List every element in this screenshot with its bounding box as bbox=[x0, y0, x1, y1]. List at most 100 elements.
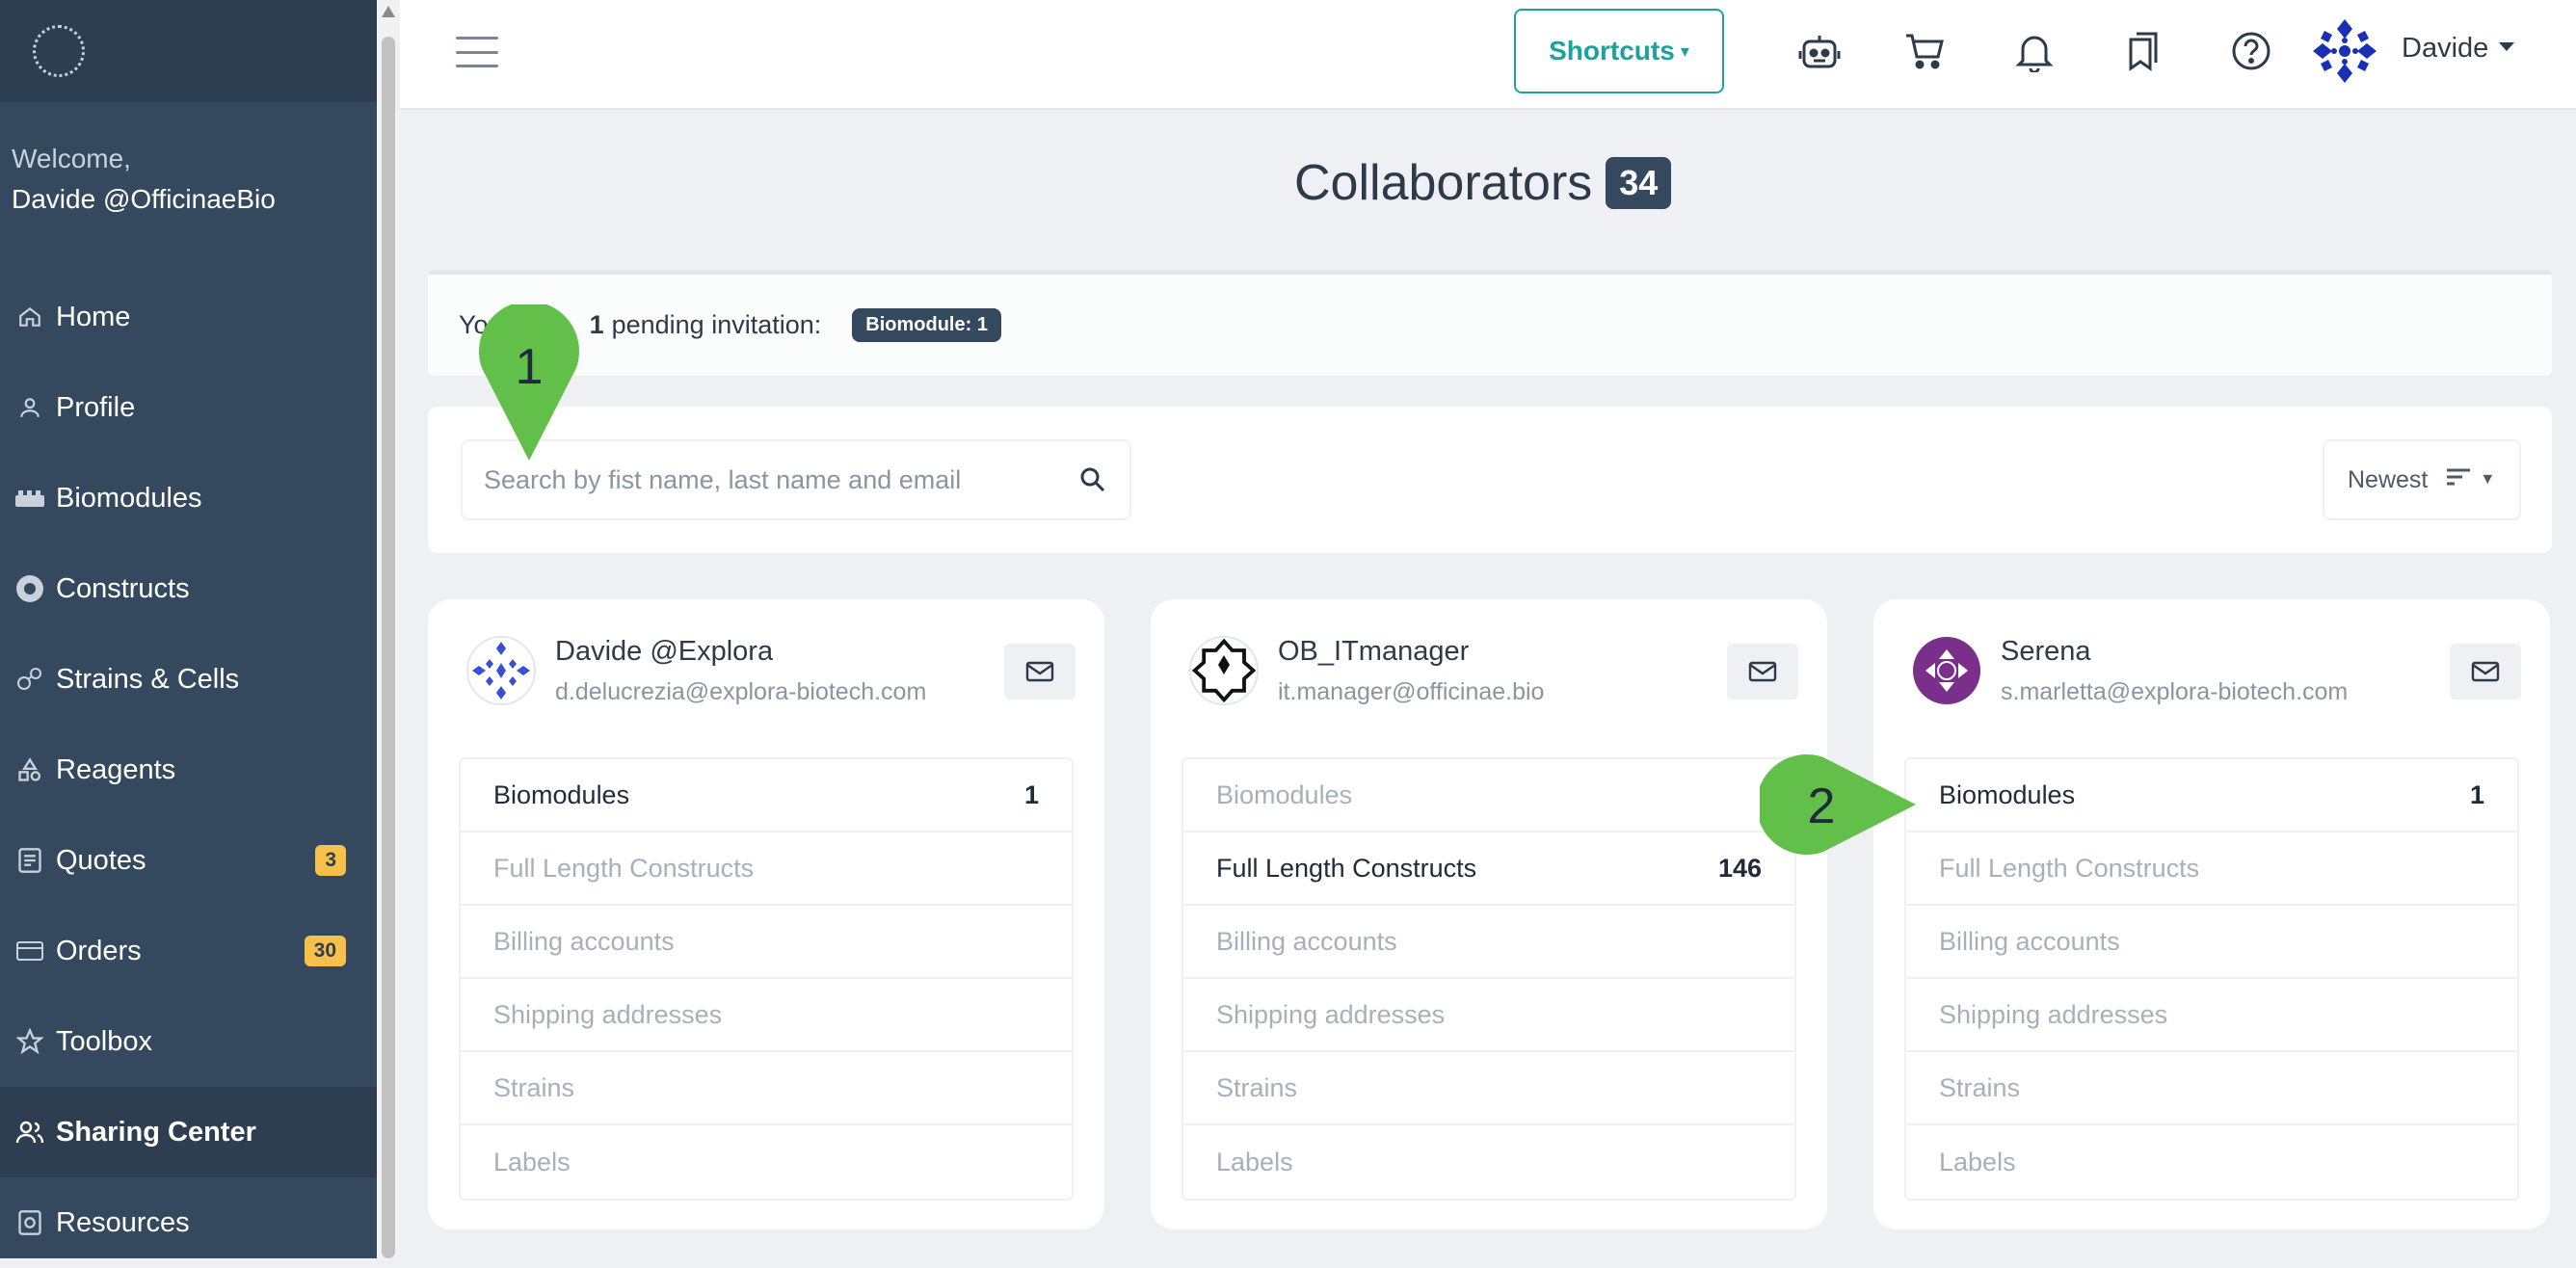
row-label: Shipping addresses bbox=[1216, 999, 1446, 1029]
send-mail-button[interactable] bbox=[1004, 644, 1076, 700]
page-title-text: Collaborators bbox=[1294, 155, 1593, 211]
search-placeholder: Search by fist name, last name and email bbox=[484, 464, 962, 494]
row-value: 1 bbox=[2469, 779, 2484, 809]
sidebar-item-constructs[interactable]: Constructs bbox=[0, 543, 377, 634]
shared-row-billing: Billing accounts bbox=[1906, 906, 2517, 979]
collaborator-name: OB_ITmanager bbox=[1278, 636, 1470, 667]
send-mail-button[interactable] bbox=[1727, 644, 1798, 700]
invite-count: 1 bbox=[589, 310, 604, 339]
user-menu-chevron-icon[interactable] bbox=[2499, 42, 2514, 51]
shared-row-shipping: Shipping addresses bbox=[1183, 979, 1794, 1052]
collaborator-card: Davide @Explora d.delucrezia@explora-bio… bbox=[428, 599, 1104, 1229]
sidebar-item-toolbox[interactable]: Toolbox bbox=[0, 996, 377, 1087]
document-icon bbox=[13, 844, 46, 877]
orders-count-badge: 30 bbox=[304, 936, 346, 966]
shared-row-constructs: Full Length Constructs bbox=[1906, 832, 2517, 906]
sidebar-item-reagents[interactable]: Reagents bbox=[0, 725, 377, 815]
send-mail-button[interactable] bbox=[2450, 644, 2521, 700]
shared-row-shipping: Shipping addresses bbox=[1906, 979, 2517, 1052]
sort-dropdown[interactable]: Newest ▼ bbox=[2323, 439, 2521, 520]
sidebar-item-label: Reagents bbox=[56, 753, 176, 785]
sidebar-item-label: Profile bbox=[56, 391, 136, 423]
sidebar-nav: Home Profile Biomodules Constructs Strai… bbox=[0, 272, 377, 1268]
shortcuts-button[interactable]: Shortcuts ▾ bbox=[1514, 9, 1724, 93]
scrollbar-thumb[interactable] bbox=[382, 37, 395, 1258]
sidebar-item-biomodules[interactable]: Biomodules bbox=[0, 453, 377, 543]
welcome-label: Welcome, bbox=[12, 144, 131, 173]
sidebar-item-sharing-center[interactable]: Sharing Center bbox=[0, 1087, 377, 1177]
collaborator-avatar bbox=[1912, 636, 1981, 705]
sidebar-scrollbar[interactable] bbox=[377, 0, 400, 1258]
shared-row-strains: Strains bbox=[461, 1052, 1072, 1125]
app-logo[interactable] bbox=[33, 25, 85, 77]
row-label: Full Length Constructs bbox=[1939, 853, 2200, 883]
shared-row-shipping: Shipping addresses bbox=[461, 979, 1072, 1052]
collaborator-email: it.manager@officinae.bio bbox=[1278, 678, 1545, 705]
shared-row-biomodules[interactable]: Biomodules 1 bbox=[1906, 759, 2517, 832]
shared-row-strains: Strains bbox=[1183, 1052, 1794, 1125]
row-label: Full Length Constructs bbox=[1216, 853, 1477, 883]
welcome-user: Davide @OfficinaeBio bbox=[12, 184, 276, 214]
sidebar-item-label: Toolbox bbox=[56, 1025, 152, 1057]
search-icon[interactable] bbox=[1079, 466, 1106, 500]
sidebar-item-profile[interactable]: Profile bbox=[0, 362, 377, 453]
shared-row-labels: Labels bbox=[1183, 1125, 1794, 1199]
row-label: Biomodules bbox=[493, 779, 630, 809]
sidebar-item-label: Home bbox=[56, 301, 131, 332]
cart-icon[interactable] bbox=[1901, 27, 1950, 75]
row-value: 1 bbox=[1023, 779, 1039, 809]
sidebar-item-quotes[interactable]: Quotes 3 bbox=[0, 815, 377, 906]
sidebar-item-label: Constructs bbox=[56, 572, 190, 604]
reagents-icon bbox=[13, 753, 46, 786]
top-bar: Shortcuts ▾ Davide bbox=[400, 0, 2576, 110]
collaborator-card: OB_ITmanager it.manager@officinae.bio Bi… bbox=[1151, 599, 1827, 1229]
help-icon[interactable] bbox=[2227, 27, 2275, 75]
filter-bar: Search by fist name, last name and email… bbox=[428, 407, 2552, 553]
logo-bar bbox=[0, 0, 377, 102]
row-label: Full Length Constructs bbox=[493, 853, 755, 883]
chevron-down-icon: ▼ bbox=[2480, 471, 2496, 488]
sidebar-item-resources[interactable]: Resources bbox=[0, 1177, 377, 1268]
sidebar-item-strains[interactable]: Strains & Cells bbox=[0, 634, 377, 725]
pending-invitation-bar: You 1 pending invitation: Biomodule: 1 bbox=[428, 270, 2552, 376]
collaborator-email: d.delucrezia@explora-biotech.com bbox=[555, 678, 927, 705]
row-label: Shipping addresses bbox=[493, 999, 723, 1029]
resources-icon bbox=[13, 1206, 46, 1239]
user-name[interactable]: Davide bbox=[2402, 33, 2488, 65]
sidebar-item-label: Biomodules bbox=[56, 482, 202, 514]
sort-lines-icon bbox=[2445, 466, 2472, 494]
collaborators-count-badge: 34 bbox=[1606, 157, 1672, 209]
shared-row-biomodules[interactable]: Biomodules 1 bbox=[461, 759, 1072, 832]
sidebar-item-orders[interactable]: Orders 30 bbox=[0, 906, 377, 996]
home-icon bbox=[13, 301, 46, 333]
biomodules-icon bbox=[13, 482, 46, 515]
star-icon bbox=[13, 1025, 46, 1058]
row-label: Strains bbox=[493, 1072, 575, 1102]
sidebar-item-home[interactable]: Home bbox=[0, 272, 377, 362]
row-label: Billing accounts bbox=[1216, 926, 1397, 956]
sidebar-item-label: Resources bbox=[56, 1206, 190, 1238]
hamburger-menu-icon[interactable] bbox=[456, 37, 498, 67]
pending-invitation-badge[interactable]: Biomodule: 1 bbox=[852, 308, 1001, 342]
row-label: Shipping addresses bbox=[1939, 999, 2168, 1029]
collaborator-email: s.marletta@explora-biotech.com bbox=[2001, 678, 2349, 705]
welcome-block: Welcome, Davide @OfficinaeBio bbox=[0, 102, 377, 220]
shared-row-labels: Labels bbox=[1906, 1125, 2517, 1199]
chevron-down-icon: ▾ bbox=[1680, 40, 1689, 61]
collaborator-card: Serena s.marletta@explora-biotech.com Bi… bbox=[1873, 599, 2550, 1229]
robot-icon[interactable] bbox=[1795, 27, 1844, 75]
collaborator-avatar bbox=[1189, 636, 1259, 705]
shared-row-billing: Billing accounts bbox=[461, 906, 1072, 979]
annotation-marker-2: 2 bbox=[1760, 754, 1916, 855]
scroll-up-arrow-icon[interactable] bbox=[382, 6, 395, 17]
shared-row-biomodules: Biomodules bbox=[1183, 759, 1794, 832]
bookmarks-icon[interactable] bbox=[2118, 27, 2166, 75]
shortcuts-label: Shortcuts bbox=[1549, 36, 1675, 66]
shared-items-list: Biomodules 1 Full Length Constructs Billi… bbox=[459, 757, 1074, 1201]
shared-row-billing: Billing accounts bbox=[1183, 906, 1794, 979]
row-label: Billing accounts bbox=[493, 926, 675, 956]
user-avatar[interactable] bbox=[2311, 17, 2378, 85]
sidebar-item-label: Sharing Center bbox=[56, 1116, 256, 1148]
bell-icon[interactable] bbox=[2010, 27, 2058, 75]
shared-row-constructs[interactable]: Full Length Constructs 146 bbox=[1183, 832, 1794, 906]
